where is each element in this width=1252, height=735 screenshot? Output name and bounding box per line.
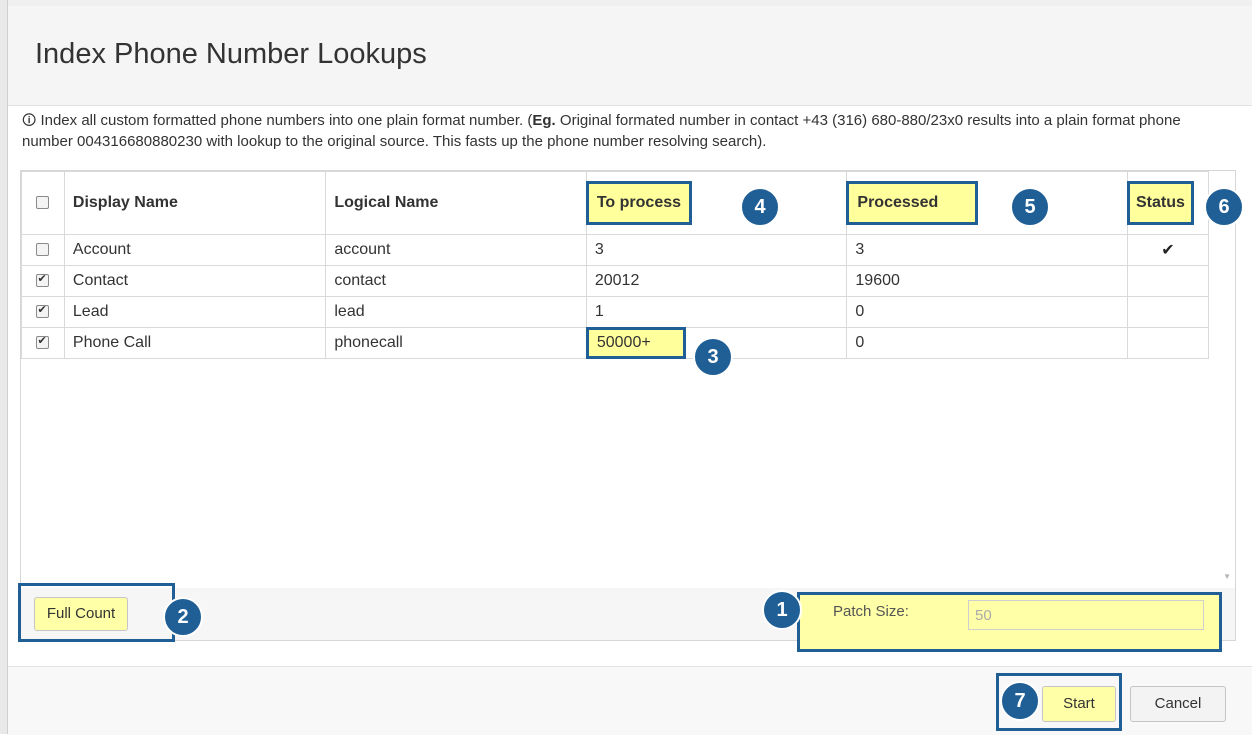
display-name-cell: Phone Call <box>63 327 327 359</box>
display-name-cell: Account <box>63 234 327 266</box>
full-count-button[interactable]: Full Count <box>34 597 128 631</box>
to-process-value: 50000+ <box>585 327 686 359</box>
header-to-process-cell: To process <box>585 171 848 235</box>
header-to-process[interactable]: To process <box>585 181 693 225</box>
callout-badge-5: 5 <box>1010 187 1050 227</box>
processed-cell: 0 <box>846 327 1128 359</box>
patch-size-label: Patch Size: <box>833 603 909 620</box>
start-button[interactable]: Start <box>1042 686 1116 722</box>
status-cell <box>1126 327 1210 359</box>
cancel-button[interactable]: Cancel <box>1130 686 1226 722</box>
row-checkbox[interactable] <box>36 334 50 350</box>
table-scrollbar[interactable]: ▼ <box>1219 171 1235 589</box>
info-bold: Eg. <box>532 112 556 129</box>
logical-name-cell: phonecall <box>325 327 587 359</box>
row-checkbox[interactable] <box>36 272 50 288</box>
display-name-cell: Lead <box>63 296 327 328</box>
processed-cell: 0 <box>846 296 1128 328</box>
status-check-icon: ✔ <box>1126 234 1210 266</box>
callout-badge-6: 6 <box>1204 187 1244 227</box>
table-row[interactable]: Lead lead 1 0 <box>21 296 1210 328</box>
row-checkbox-cell <box>21 327 65 359</box>
info-description: 🛈 Index all custom formatted phone numbe… <box>22 110 1222 152</box>
info-circle-icon: 🛈 <box>22 112 37 128</box>
header-display-name[interactable]: Display Name <box>63 171 327 235</box>
table-row[interactable]: Phone Call phonecall 50000+ 0 <box>21 327 1210 359</box>
row-checkbox-cell <box>21 265 65 297</box>
row-checkbox-cell <box>21 296 65 328</box>
dialog-title: Index Phone Number Lookups <box>35 38 427 70</box>
row-checkbox[interactable] <box>36 303 50 319</box>
logical-name-cell: account <box>325 234 587 266</box>
entity-table-container: Display Name Logical Name To process Pro… <box>20 170 1236 590</box>
callout-badge-1: 1 <box>762 590 802 630</box>
info-text-part1: Index all custom formatted phone numbers… <box>40 112 533 129</box>
callout-badge-4: 4 <box>740 187 780 227</box>
background-edge <box>0 0 7 734</box>
display-name-cell: Contact <box>63 265 327 297</box>
dialog-header: Index Phone Number Lookups <box>8 6 1252 106</box>
callout-badge-3: 3 <box>693 337 733 377</box>
callout-badge-7: 7 <box>1000 681 1040 721</box>
patch-size-input[interactable] <box>968 600 1204 630</box>
status-cell <box>1126 265 1210 297</box>
header-logical-name[interactable]: Logical Name <box>325 171 587 235</box>
header-status-cell: Status <box>1126 171 1210 235</box>
processed-cell: 3 <box>846 234 1128 266</box>
logical-name-cell: lead <box>325 296 587 328</box>
callout-badge-2: 2 <box>163 597 203 637</box>
row-checkbox-cell <box>21 234 65 266</box>
to-process-cell: 3 <box>585 234 848 266</box>
row-checkbox[interactable] <box>36 243 50 257</box>
to-process-cell: 20012 <box>585 265 848 297</box>
status-cell <box>1126 296 1210 328</box>
header-select-all-cell <box>21 171 65 235</box>
header-processed-cell: Processed <box>846 171 1128 235</box>
table-row[interactable]: Account account 3 3 ✔ <box>21 234 1210 266</box>
to-process-cell: 1 <box>585 296 848 328</box>
select-all-checkbox[interactable] <box>36 196 50 210</box>
header-status[interactable]: Status <box>1126 181 1194 225</box>
logical-name-cell: contact <box>325 265 587 297</box>
scroll-down-arrow-icon[interactable]: ▼ <box>1223 572 1231 581</box>
table-row[interactable]: Contact contact 20012 19600 <box>21 265 1210 297</box>
processed-cell: 19600 <box>846 265 1128 297</box>
header-processed[interactable]: Processed <box>846 181 979 225</box>
